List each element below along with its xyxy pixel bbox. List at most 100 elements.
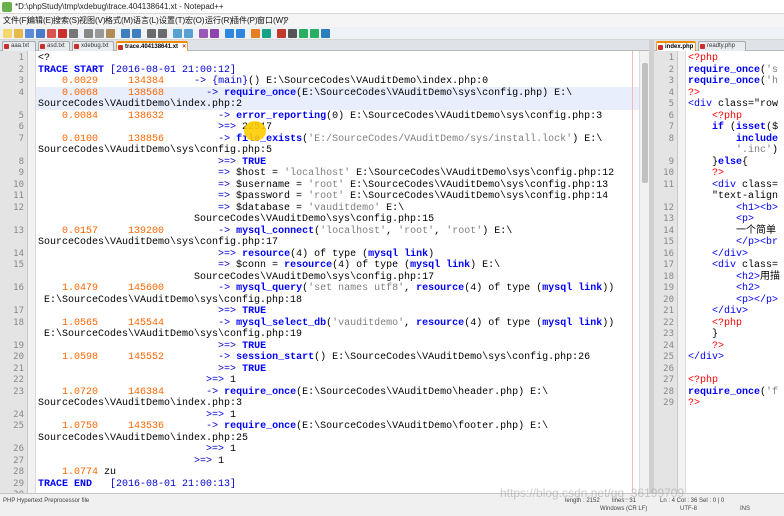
save-all-icon[interactable] [36, 29, 45, 38]
run-macro-multiple-icon[interactable] [310, 29, 319, 38]
code-line: >=> 1 [194, 455, 225, 467]
unsaved-file-icon [118, 45, 123, 50]
function-list-icon[interactable] [262, 29, 271, 38]
line-number: 23 [663, 329, 674, 339]
status-encoding: UTF-8 [680, 506, 697, 512]
undo-icon[interactable] [121, 29, 130, 38]
paste-icon[interactable] [106, 29, 115, 38]
save-macro-icon[interactable] [321, 29, 330, 38]
editor-left[interactable]: 1 <? 2 TRACE START [2016-08-01 21:00:12] 3 0… [0, 51, 639, 493]
menu-macro[interactable]: 宏(O) [185, 14, 205, 27]
line-number: 27 [13, 455, 24, 466]
tab-xdebug[interactable]: xdebug.txt [72, 41, 114, 51]
menu-help[interactable]: ? [284, 14, 288, 27]
redo-icon[interactable] [132, 29, 141, 38]
stop-macro-icon[interactable] [288, 29, 297, 38]
sync-scroll-icon[interactable] [199, 29, 208, 38]
code-line: SourceCodes\VAuditDemo\index.php:25 [38, 432, 249, 444]
menu-settings[interactable]: 设置(T) [159, 14, 185, 27]
zoom-in-icon[interactable] [173, 29, 182, 38]
code-line: </p><br [736, 237, 779, 248]
open-file-icon[interactable] [14, 29, 23, 38]
line-number: 11 [663, 179, 674, 190]
tab-index-php[interactable]: index.php [656, 41, 696, 51]
code-line: SourceCodes\VAuditDemo\index.php:2 [38, 99, 243, 110]
menu-search[interactable]: 搜索(S) [53, 14, 80, 27]
line-number: 3 [18, 76, 24, 86]
menu-run[interactable]: 运行(R) [205, 14, 232, 27]
code-line: => $database = 'vauditdemo' E:\ [218, 202, 405, 214]
code-line: include [736, 133, 779, 145]
show-all-chars-icon[interactable] [225, 29, 234, 38]
close-all-icon[interactable] [58, 29, 67, 38]
code-line: 1.0750 143536 -> require_once(E:\SourceC… [62, 421, 549, 432]
editor-right[interactable]: 1 <?php 2 require_once('s 3 require_once('h 4?… [654, 51, 784, 493]
menu-view[interactable]: 视图(V) [79, 14, 106, 27]
play-macro-icon[interactable] [299, 29, 308, 38]
code-line: if (isset($ [712, 122, 779, 133]
copy-icon[interactable] [95, 29, 104, 38]
line-number: 8 [18, 156, 24, 167]
line-number: 21 [13, 363, 24, 374]
line-number: 15 [13, 260, 24, 270]
code-line: ?> [712, 168, 725, 179]
line-number: 23 [13, 386, 24, 397]
word-wrap-icon[interactable] [210, 29, 219, 38]
tab-readty-php[interactable]: readty.php [698, 41, 746, 51]
menu-format[interactable]: 格式(M) [105, 14, 133, 27]
replace-icon[interactable] [158, 29, 167, 38]
line-number: 24 [13, 409, 24, 420]
folder-as-workspace-icon[interactable] [251, 29, 260, 38]
line-number: 6 [18, 122, 24, 132]
menu-plugins[interactable]: 插件(P) [231, 14, 258, 27]
code-line: 0.0157 139200 -> mysql_connect('localhos… [62, 225, 513, 237]
code-line: >=> TRUE [218, 156, 267, 168]
menu-bar: 文件(F) 编辑(E) 搜索(S) 视图(V) 格式(M) 语言(L) 设置(T… [0, 14, 784, 27]
code-line: }else{ [688, 156, 749, 168]
line-number: 17 [13, 306, 24, 316]
indent-guide-icon[interactable] [236, 29, 245, 38]
code-line: <?php [688, 375, 719, 386]
code-line: <div class= [712, 260, 779, 271]
menu-file[interactable]: 文件(F) [3, 14, 29, 27]
tab-trace[interactable]: trace.404138641.xt × [116, 41, 188, 51]
code-line: <h2> [736, 283, 761, 294]
menu-language[interactable]: 语言(L) [133, 14, 159, 27]
close-tab-icon[interactable]: × [182, 44, 186, 51]
cut-icon[interactable] [84, 29, 93, 38]
record-macro-icon[interactable] [277, 29, 286, 38]
save-icon[interactable] [25, 29, 34, 38]
tab-asd[interactable]: asd.txt [38, 41, 70, 51]
code-line: <h2>用描 [736, 271, 781, 283]
fold-margin[interactable] [678, 51, 686, 493]
code-line: 1.0565 145544 -> mysql_select_db('vaudit… [62, 317, 615, 329]
code-line: SourceCodes\VAuditDemo\sys\config.php:17 [38, 271, 435, 283]
line-number: 24 [663, 340, 674, 351]
new-file-icon[interactable] [3, 29, 12, 38]
fold-margin[interactable] [28, 51, 36, 493]
code-line: SourceCodes\VAuditDemo\sys\config.php:17 [38, 237, 279, 248]
line-number: 11 [13, 191, 24, 201]
tab-aaa[interactable]: aaa.txt [2, 41, 36, 51]
code-line: require_once('s [688, 64, 779, 76]
line-number: 22 [663, 317, 674, 328]
tab-label: asd.txt [47, 43, 65, 49]
line-number: 17 [663, 260, 674, 270]
close-icon[interactable] [47, 29, 56, 38]
tab-label: trace.404138641.xt [125, 44, 179, 50]
left-scrollbar[interactable] [639, 51, 649, 493]
find-icon[interactable] [147, 29, 156, 38]
menu-edit[interactable]: 编辑(E) [27, 14, 54, 27]
line-number: 27 [663, 375, 674, 385]
file-icon [40, 44, 45, 49]
scrollbar-thumb[interactable] [642, 63, 648, 183]
line-number: 20 [13, 352, 24, 362]
line-number: 26 [663, 363, 674, 374]
code-line: } [688, 329, 719, 340]
tab-label: aaa.txt [11, 43, 30, 49]
zoom-out-icon[interactable] [184, 29, 193, 38]
code-line: 0.0068 138568 -> require_once(E:\SourceC… [62, 87, 573, 99]
line-number: 21 [663, 306, 674, 316]
menu-window[interactable]: 窗口(W) [257, 14, 286, 27]
print-icon[interactable] [69, 29, 78, 38]
